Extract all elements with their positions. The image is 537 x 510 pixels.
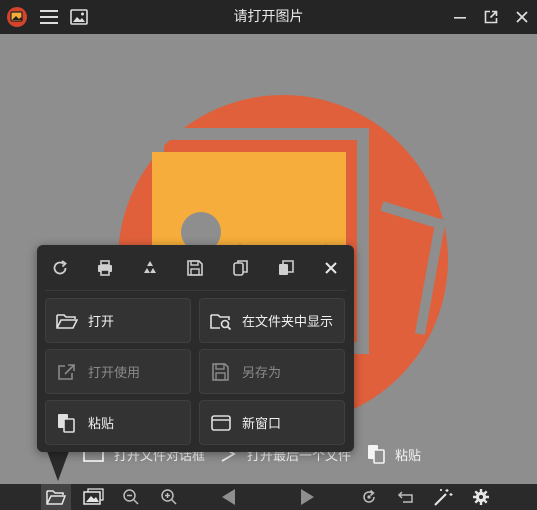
copy-icon [232, 259, 248, 276]
chevron-left-icon [222, 489, 235, 505]
copy-file-button[interactable] [263, 245, 308, 290]
gallery-button[interactable] [64, 0, 94, 34]
rotate-icon [363, 489, 375, 503]
gallery-icon [83, 488, 104, 505]
open-button-label: 打开 [88, 315, 115, 330]
open-file-button[interactable] [41, 484, 71, 510]
paste-icon [368, 445, 385, 464]
zoom-out-icon [123, 489, 139, 505]
open-menu-popup: 打开 在文件夹中显示 打开使用 另存为 粘贴 新窗口 [37, 245, 354, 452]
new-window-button[interactable]: 新窗口 [199, 400, 345, 445]
fullscreen-button[interactable] [475, 0, 506, 34]
open-with-button[interactable]: 打开使用 [45, 349, 191, 394]
hamburger-icon [40, 10, 58, 24]
show-in-folder-button[interactable]: 在文件夹中显示 [199, 298, 345, 343]
zoom-in-button[interactable] [156, 484, 182, 510]
minimize-icon [453, 17, 466, 19]
close-icon [325, 261, 338, 274]
show-in-folder-label: 在文件夹中显示 [242, 315, 334, 330]
refresh-icon [53, 259, 67, 274]
save-as-button[interactable]: 另存为 [199, 349, 345, 394]
new-window-icon [211, 414, 231, 431]
bottom-toolbar [0, 484, 537, 510]
app-logo[interactable] [0, 0, 34, 34]
copy-button[interactable] [218, 245, 263, 290]
image-icon [70, 9, 88, 25]
paste-label: 粘贴 [88, 417, 115, 432]
popup-arrow [47, 451, 69, 481]
rotate-button[interactable] [356, 484, 382, 510]
new-window-label: 新窗口 [242, 417, 282, 432]
hint-paste-label: 粘贴 [395, 448, 422, 464]
gear-icon [473, 489, 489, 505]
main-menu-button[interactable] [34, 0, 64, 34]
close-icon [515, 11, 528, 23]
settings-button[interactable] [468, 484, 494, 510]
app-logo-icon [7, 7, 27, 27]
undo-icon [397, 491, 413, 503]
title-bar: 请打开图片 [0, 0, 537, 34]
print-button[interactable] [82, 245, 127, 290]
gallery-view-button[interactable] [78, 484, 108, 510]
fullscreen-icon [484, 10, 497, 24]
open-button[interactable]: 打开 [45, 298, 191, 343]
hint-paste[interactable]: 粘贴 [365, 443, 421, 465]
divider [45, 290, 346, 291]
save-as-label: 另存为 [242, 366, 282, 381]
zoom-out-button[interactable] [118, 484, 144, 510]
close-popup-button[interactable] [309, 245, 354, 290]
next-image-button[interactable] [292, 484, 322, 510]
save-as-icon [212, 362, 229, 381]
recycle-icon [144, 260, 157, 273]
folder-open-icon [46, 490, 66, 505]
chevron-right-icon [301, 489, 314, 505]
copy-file-icon [279, 259, 294, 275]
folder-open-icon [56, 313, 78, 329]
minimize-button[interactable] [444, 0, 475, 34]
undo-button[interactable] [393, 484, 419, 510]
open-with-label: 打开使用 [88, 366, 141, 381]
print-icon [97, 259, 112, 276]
refresh-button[interactable] [37, 245, 82, 290]
popup-icon-row [37, 245, 354, 290]
open-external-icon [58, 363, 75, 380]
save-icon [187, 259, 204, 276]
recycle-button[interactable] [128, 245, 173, 290]
magic-wand-icon [434, 489, 453, 506]
paste-button[interactable]: 粘贴 [45, 400, 191, 445]
zoom-in-icon [161, 489, 177, 505]
paste-icon [58, 413, 75, 433]
close-window-button[interactable] [506, 0, 537, 34]
magic-wand-button[interactable] [430, 484, 456, 510]
folder-search-icon [210, 313, 232, 330]
previous-image-button[interactable] [214, 484, 244, 510]
save-button[interactable] [173, 245, 218, 290]
